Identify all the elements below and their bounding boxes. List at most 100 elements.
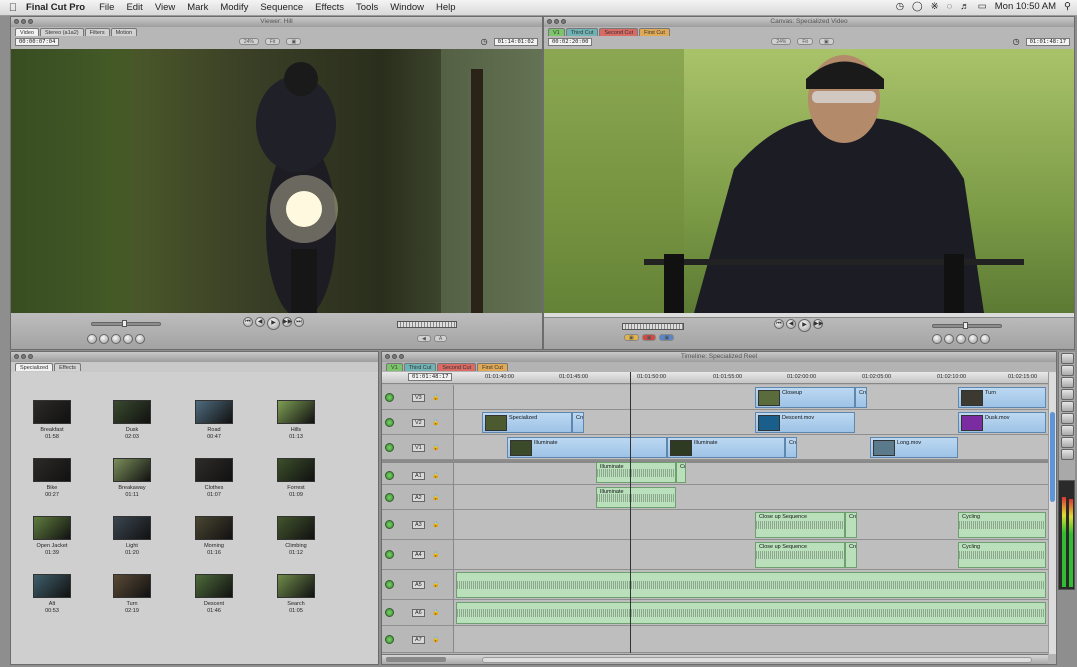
razor-tool-icon[interactable] — [1060, 413, 1074, 424]
track-visibility-icon[interactable] — [385, 492, 394, 502]
track-lock-icon[interactable]: 🔒 — [432, 419, 439, 426]
track-visibility-icon[interactable] — [385, 634, 394, 644]
track-lock-icon[interactable]: 🔒 — [432, 494, 439, 501]
slip-tool-icon[interactable] — [1060, 401, 1074, 412]
tab-third-cut[interactable]: Third Cut — [565, 28, 599, 36]
browser-clip-thumbnail[interactable] — [33, 574, 71, 598]
menu-mark[interactable]: Mark — [187, 2, 208, 13]
minimize-button[interactable] — [21, 354, 26, 359]
canvas-play-around-button[interactable]: ▶▶ — [813, 319, 823, 329]
track-lock-icon[interactable]: 🔒 — [432, 636, 439, 643]
viewer-next-edit-button[interactable]: ⏭ — [294, 317, 304, 327]
close-button[interactable] — [14, 354, 19, 359]
browser-clip-thumbnail[interactable] — [195, 574, 233, 598]
track-visibility-icon[interactable] — [385, 470, 394, 480]
tab-third-cut[interactable]: Third Cut — [403, 363, 437, 371]
timeline-track[interactable]: A1 🔒 — [382, 460, 1048, 485]
zoom-slider[interactable] — [386, 657, 446, 662]
selection-tool-icon[interactable] — [1060, 353, 1074, 364]
browser-clip-thumbnail[interactable] — [195, 458, 233, 482]
canvas-overlay-popup[interactable]: ▣ — [818, 38, 834, 45]
minimize-button[interactable] — [21, 19, 26, 24]
track-visibility-icon[interactable] — [385, 442, 394, 452]
timeline-clip-illuminate[interactable]: Illuminate — [667, 437, 785, 458]
zoom-button[interactable] — [28, 354, 33, 359]
browser-clip-thumbnail[interactable] — [277, 516, 315, 540]
zoom-button[interactable] — [399, 354, 404, 359]
track-select-tool-icon[interactable] — [1060, 377, 1074, 388]
timeline-audio-cycling[interactable]: Cycling — [958, 542, 1046, 568]
canvas-view-popup[interactable]: Fit — [797, 38, 813, 45]
canvas-match-frame-button[interactable] — [932, 334, 942, 344]
track-lock-icon[interactable]: 🔒 — [432, 551, 439, 558]
tab-first-cut[interactable]: First Cut — [639, 28, 670, 36]
timeline-audio-transition[interactable]: Cro — [845, 512, 857, 538]
viewer-play-button[interactable]: ▶ — [267, 317, 280, 330]
viewer-view-popup[interactable]: Fit — [264, 38, 281, 45]
browser-clip-thumbnail[interactable] — [195, 400, 233, 424]
menu-file[interactable]: File — [99, 2, 114, 13]
track-lock-icon[interactable]: 🔒 — [432, 521, 439, 528]
canvas-mark-clip-button[interactable] — [944, 334, 954, 344]
sync-icon[interactable]: ◯ — [912, 1, 923, 12]
close-button[interactable] — [547, 19, 552, 24]
vertical-scrollbar[interactable] — [1048, 372, 1056, 654]
timeline-clip-long[interactable]: Long.mov — [870, 437, 958, 458]
viewer-add-keyframe-button[interactable] — [111, 334, 121, 344]
timeline-ruler[interactable]: 01:01:48:17 01:01:40:00 01:01:45:00 01:0… — [382, 372, 1048, 384]
timeline-audio-music-bed[interactable] — [456, 572, 1046, 598]
tab-specialized[interactable]: Specialized — [15, 363, 54, 371]
minimize-button[interactable] — [554, 19, 559, 24]
viewer-zoom-popup[interactable]: 24% — [238, 38, 259, 45]
tab-filters[interactable]: Filters — [84, 28, 110, 36]
pen-tool-icon[interactable] — [1060, 449, 1074, 460]
tab-motion[interactable]: Motion — [110, 28, 138, 36]
viewer-duration-timecode[interactable]: 00:00:07:04 — [15, 37, 60, 46]
roll-tool-icon[interactable] — [1060, 389, 1074, 400]
viewer-play-around-button[interactable]: ▶▶ — [282, 317, 292, 327]
viewer-generator-button[interactable]: A — [433, 335, 448, 342]
battery-icon[interactable]: ▭ — [978, 1, 987, 12]
timeline-track[interactable]: A2 🔒 — [382, 485, 1048, 510]
bluetooth-icon[interactable]: ※ — [931, 1, 939, 12]
canvas-scrubber[interactable] — [544, 313, 1074, 318]
viewer-recent-clips-button[interactable]: ◀ — [417, 335, 431, 342]
viewer-match-frame-button[interactable] — [87, 334, 97, 344]
track-label[interactable]: A6 — [412, 609, 425, 617]
time-machine-icon[interactable]: ◷ — [896, 1, 904, 12]
zoom-tool-icon[interactable] — [1060, 425, 1074, 436]
browser-clip-thumbnail[interactable] — [277, 574, 315, 598]
timeline-clip-transition[interactable]: Cro — [855, 387, 867, 408]
track-label[interactable]: A3 — [412, 521, 425, 529]
horizontal-scrollbar[interactable] — [482, 657, 1032, 663]
menu-tools[interactable]: Tools — [356, 2, 378, 13]
zoom-button[interactable] — [28, 19, 33, 24]
browser-clip-thumbnail[interactable] — [33, 400, 71, 424]
timeline-audio-transition[interactable]: Cro — [676, 462, 686, 483]
menu-sequence[interactable]: Sequence — [260, 2, 303, 13]
browser-clip-thumbnail[interactable] — [277, 458, 315, 482]
timeline-clip-turn[interactable]: Turn — [958, 387, 1046, 408]
canvas-play-in-out-button[interactable]: ◀ — [786, 319, 796, 329]
canvas-add-marker-button[interactable] — [968, 334, 978, 344]
tab-effects[interactable]: Effects — [54, 363, 81, 371]
edit-selection-tool-icon[interactable] — [1060, 365, 1074, 376]
viewer-video[interactable] — [11, 49, 542, 313]
timeline-audio-closeup-sequence[interactable]: Close up Sequence — [755, 512, 845, 538]
timeline-clip-descent[interactable]: Descent.mov — [755, 412, 855, 433]
timeline-clip-dusk[interactable]: Dusk.mov — [958, 412, 1046, 433]
timeline-clip-closeup[interactable]: Closeup — [755, 387, 855, 408]
menu-help[interactable]: Help — [436, 2, 456, 13]
apple-menu-icon[interactable]:  — [0, 2, 26, 14]
timeline-track[interactable]: A3 🔒 — [382, 510, 1048, 540]
track-label[interactable]: V3 — [412, 393, 425, 402]
track-visibility-icon[interactable] — [385, 520, 394, 529]
wifi-icon[interactable]: ◌ — [947, 1, 953, 12]
volume-icon[interactable]: ♬ — [960, 1, 970, 12]
menu-view[interactable]: View — [155, 2, 175, 13]
timeline-current-timecode[interactable]: 01:01:48:17 — [408, 373, 453, 381]
browser-clip-thumbnail[interactable] — [33, 458, 71, 482]
track-lock-icon[interactable]: 🔒 — [432, 472, 439, 479]
tab-second-cut[interactable]: Second Cut — [599, 28, 639, 36]
track-lock-icon[interactable]: 🔒 — [432, 444, 439, 451]
